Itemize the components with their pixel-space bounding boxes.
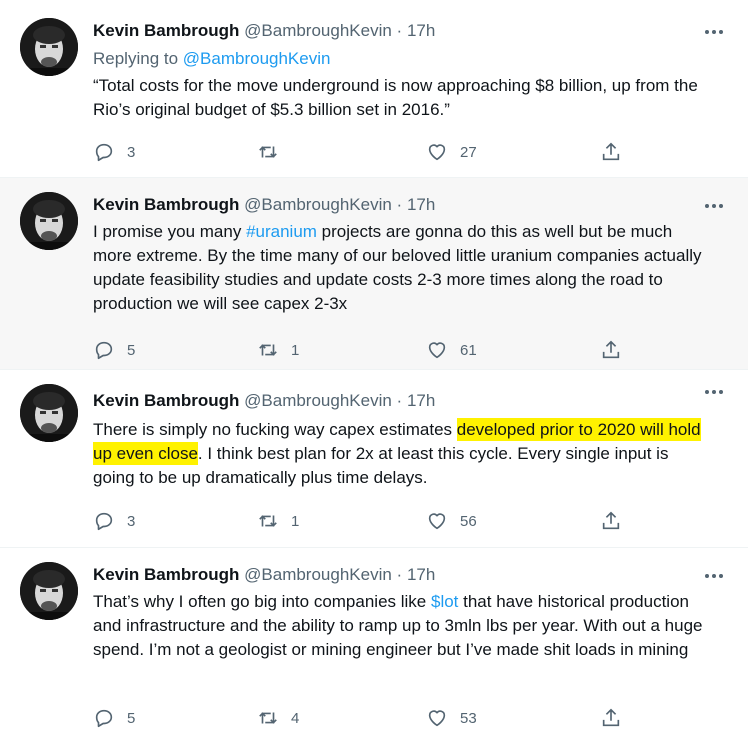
reply-count: 5 — [127, 709, 136, 727]
author-name[interactable]: Kevin Bambrough — [93, 565, 239, 584]
share-button[interactable] — [600, 509, 634, 533]
separator: · — [396, 391, 403, 410]
retweet-icon — [257, 141, 279, 163]
hashtag-link[interactable]: #uranium — [246, 222, 317, 241]
author-name[interactable]: Kevin Bambrough — [93, 195, 239, 214]
reply-button[interactable]: 5 — [93, 706, 135, 730]
reply-count: 3 — [127, 143, 136, 161]
author-handle[interactable]: @BambroughKevin — [244, 565, 392, 584]
tweet-actions: 5 4 53 — [93, 706, 633, 730]
author-name[interactable]: Kevin Bambrough — [93, 21, 239, 40]
tweet-text-part: I promise you many — [93, 222, 247, 241]
replying-to-label: Replying to — [93, 49, 183, 68]
separator: · — [396, 21, 403, 40]
retweet-button[interactable]: 1 — [257, 509, 299, 533]
tweet-text: That’s why I often go big into companies… — [93, 590, 713, 662]
tweet-header: Kevin Bambrough @BambroughKevin · 17h — [93, 564, 435, 586]
reply-icon — [93, 707, 115, 729]
reply-button[interactable]: 3 — [93, 140, 135, 164]
like-icon — [426, 510, 448, 532]
share-icon — [600, 339, 622, 361]
reply-button[interactable]: 5 — [93, 338, 135, 362]
retweet-icon — [257, 339, 279, 361]
separator: · — [396, 195, 403, 214]
like-button[interactable]: 53 — [426, 706, 477, 730]
reply-icon — [93, 141, 115, 163]
reply-count: 5 — [127, 341, 136, 359]
like-button[interactable]: 61 — [426, 338, 477, 362]
more-icon[interactable] — [702, 382, 726, 402]
share-icon — [600, 510, 622, 532]
author-name[interactable]: Kevin Bambrough — [93, 391, 239, 410]
avatar[interactable] — [20, 192, 78, 250]
retweet-count: 1 — [291, 341, 300, 359]
reply-count: 3 — [127, 512, 136, 530]
share-button[interactable] — [600, 140, 634, 164]
avatar[interactable] — [20, 384, 78, 442]
like-icon — [426, 339, 448, 361]
reply-icon — [93, 510, 115, 532]
tweet-actions: 5 1 61 — [93, 338, 633, 362]
timestamp[interactable]: 17h — [407, 565, 435, 584]
more-icon[interactable] — [702, 196, 726, 216]
like-count: 56 — [460, 512, 477, 530]
retweet-icon — [257, 707, 279, 729]
tweet[interactable]: Kevin Bambrough @BambroughKevin · 17h Th… — [0, 548, 748, 747]
reply-icon — [93, 339, 115, 361]
retweet-icon — [257, 510, 279, 532]
cashtag-link[interactable]: $lot — [431, 592, 458, 611]
tweet-text-part: There is simply no fucking way capex est… — [93, 420, 457, 439]
tweet[interactable]: Kevin Bambrough @BambroughKevin · 17h I … — [0, 178, 748, 370]
tweet[interactable]: Kevin Bambrough @BambroughKevin · 17h Th… — [0, 370, 748, 548]
retweet-button[interactable] — [257, 140, 291, 164]
like-count: 61 — [460, 341, 477, 359]
like-icon — [426, 707, 448, 729]
retweet-button[interactable]: 4 — [257, 706, 299, 730]
tweet-header: Kevin Bambrough @BambroughKevin · 17h — [93, 20, 435, 42]
share-icon — [600, 707, 622, 729]
like-button[interactable]: 27 — [426, 140, 477, 164]
timestamp[interactable]: 17h — [407, 21, 435, 40]
separator: · — [396, 565, 403, 584]
timestamp[interactable]: 17h — [407, 195, 435, 214]
like-icon — [426, 141, 448, 163]
like-count: 53 — [460, 709, 477, 727]
retweet-count: 4 — [291, 709, 300, 727]
tweet-text: I promise you many #uranium projects are… — [93, 220, 713, 316]
tweet-actions: 3 27 — [93, 140, 633, 164]
avatar[interactable] — [20, 562, 78, 620]
replying-to: Replying to @BambroughKevin — [93, 48, 330, 70]
tweet-actions: 3 1 56 — [93, 509, 633, 533]
like-count: 27 — [460, 143, 477, 161]
author-handle[interactable]: @BambroughKevin — [244, 391, 392, 410]
tweet-header: Kevin Bambrough @BambroughKevin · 17h — [93, 194, 435, 216]
tweet-text: There is simply no fucking way capex est… — [93, 418, 713, 490]
tweet[interactable]: Kevin Bambrough @BambroughKevin · 17h Re… — [0, 0, 748, 178]
share-button[interactable] — [600, 706, 634, 730]
share-icon — [600, 141, 622, 163]
retweet-button[interactable]: 1 — [257, 338, 299, 362]
replying-to-link[interactable]: @BambroughKevin — [183, 49, 331, 68]
avatar[interactable] — [20, 18, 78, 76]
share-button[interactable] — [600, 338, 634, 362]
author-handle[interactable]: @BambroughKevin — [244, 195, 392, 214]
tweet-text: “Total costs for the move underground is… — [93, 76, 698, 119]
like-button[interactable]: 56 — [426, 509, 477, 533]
timestamp[interactable]: 17h — [407, 391, 435, 410]
tweet-header: Kevin Bambrough @BambroughKevin · 17h — [93, 390, 435, 412]
retweet-count: 1 — [291, 512, 300, 530]
more-icon[interactable] — [702, 22, 726, 42]
reply-button[interactable]: 3 — [93, 509, 135, 533]
author-handle[interactable]: @BambroughKevin — [244, 21, 392, 40]
more-icon[interactable] — [702, 566, 726, 586]
tweet-text-part: That’s why I often go big into companies… — [93, 592, 431, 611]
